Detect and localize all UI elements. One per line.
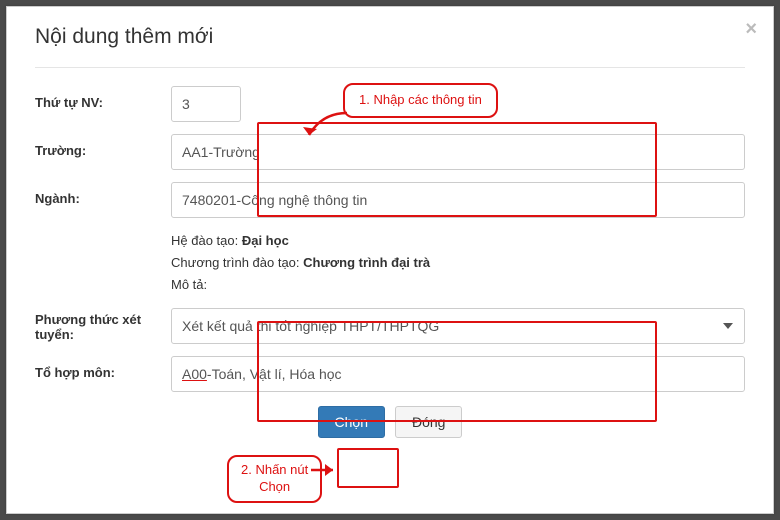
close-icon[interactable]: ×	[745, 19, 757, 39]
label-thutu: Thứ tự NV:	[35, 86, 171, 110]
row-phuongthuc: Phương thức xét tuyển: Xét kết quả thi t…	[35, 308, 745, 344]
input-thutu[interactable]	[171, 86, 241, 122]
label-truong: Trường:	[35, 134, 171, 158]
label-tohop: Tổ hợp môn:	[35, 356, 171, 380]
row-tohop: Tổ hợp môn: A00-Toán, Vật lí, Hóa học	[35, 356, 745, 392]
modal-backdrop: × Nội dung thêm mới Thứ tự NV: Trường: N…	[0, 0, 780, 520]
annotation-step1: 1. Nhập các thông tin	[343, 83, 498, 118]
select-phuongthuc[interactable]: Xét kết quả thi tốt nghiệp THPT/THPTQG	[171, 308, 745, 344]
row-nganh: Ngành:	[35, 182, 745, 218]
dong-button[interactable]: Đóng	[395, 406, 462, 438]
hedaotao-key: Hệ đào tạo:	[171, 233, 238, 248]
modal-dialog: × Nội dung thêm mới Thứ tự NV: Trường: N…	[6, 6, 774, 514]
input-tohop[interactable]: A00-Toán, Vật lí, Hóa học	[171, 356, 745, 392]
input-truong[interactable]	[171, 134, 745, 170]
chuongtrinh-val: Chương trình đại trà	[303, 255, 430, 270]
chon-button[interactable]: Chọn	[318, 406, 385, 438]
modal-footer: Chọn Đóng	[35, 406, 745, 438]
divider	[35, 67, 745, 68]
annotation-box-chon	[337, 448, 399, 488]
info-block: Hệ đào tạo: Đại học Chương trình đào tạo…	[171, 230, 745, 296]
label-nganh: Ngành:	[35, 182, 171, 206]
modal-title: Nội dung thêm mới	[35, 25, 745, 49]
tohop-code: A00	[182, 366, 207, 382]
chuongtrinh-key: Chương trình đào tạo:	[171, 255, 300, 270]
hedaotao-val: Đại học	[242, 233, 289, 248]
mota-key: Mô tả:	[171, 277, 207, 292]
input-nganh[interactable]	[171, 182, 745, 218]
annotation-step2: 2. Nhấn nút Chọn	[227, 455, 322, 503]
row-truong: Trường:	[35, 134, 745, 170]
label-phuongthuc: Phương thức xét tuyển:	[35, 308, 171, 342]
tohop-rest: -Toán, Vật lí, Hóa học	[207, 366, 342, 382]
